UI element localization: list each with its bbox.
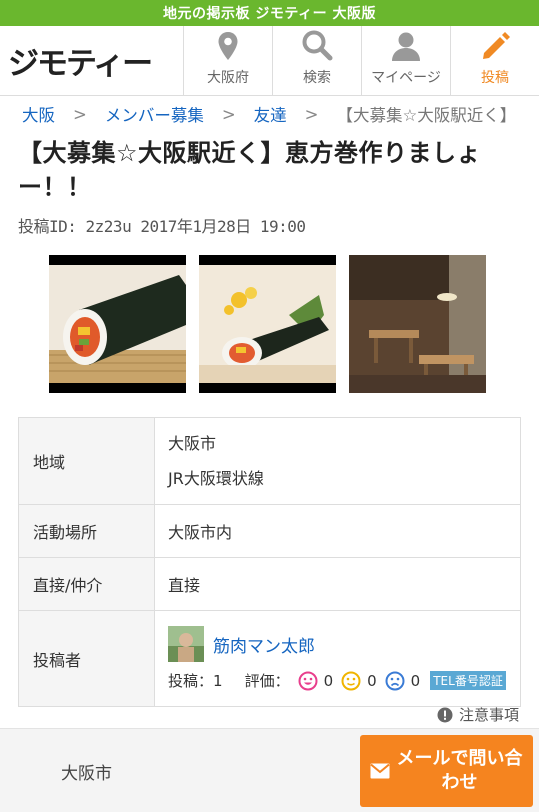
tel-verified-badge: TEL番号認証 (430, 671, 506, 690)
notice-label: 注意事項 (458, 706, 519, 724)
nav-search[interactable]: 検索 (272, 26, 361, 95)
breadcrumb-member-recruit[interactable]: メンバー募集 (105, 102, 204, 126)
photo-thumbnail-3[interactable] (349, 255, 486, 393)
location-pin-icon (218, 32, 238, 60)
rating-normal-count: 0 (367, 671, 377, 690)
area-city: 大阪市 (168, 434, 217, 453)
exclamation-circle-icon (437, 707, 453, 722)
breadcrumb-separator: > (221, 104, 236, 124)
poster-stats: 投稿： 1 評価： 0 0 0 TEL番号認証 (168, 670, 520, 691)
breadcrumb-friends[interactable]: 友達 (254, 102, 287, 126)
direct-label: 直接/仲介 (18, 557, 155, 611)
photo-thumbnail-1[interactable] (49, 255, 186, 393)
poster-name-link[interactable]: 筋肉マン太郎 (213, 632, 315, 657)
details-row-area: 地域 大阪市 JR大阪環状線 (18, 417, 521, 505)
poster-label: 投稿者 (18, 610, 155, 707)
place-label: 活動場所 (18, 504, 155, 558)
envelope-icon (370, 763, 390, 779)
search-icon (302, 30, 333, 61)
breadcrumb-current: 【大募集☆大阪駅近く】 (336, 106, 517, 125)
mail-inquiry-button[interactable]: メールで問い合わせ (360, 735, 533, 807)
breadcrumb-separator: > (73, 104, 87, 124)
post-meta: 投稿ID: 2z23u 2017年1月28日 19:00 (18, 217, 306, 236)
posts-count: 1 (213, 671, 223, 690)
direct-value: 直接 (154, 557, 521, 611)
details-row-poster: 投稿者 筋肉マン太郎 投稿： 1 評価： 0 0 0 TEL番号認証 (18, 610, 521, 707)
ehomaki-with-flowers-photo (199, 255, 336, 393)
photo-thumbnail-2[interactable] (199, 255, 336, 393)
rating-bad-count: 0 (410, 671, 421, 690)
notice-link[interactable]: 注意事項 (437, 704, 519, 725)
footer-area: 大阪市 (61, 764, 112, 784)
nav-search-label: 検索 (303, 70, 331, 86)
poster-value: 筋肉マン太郎 投稿： 1 評価： 0 0 0 TEL番号認証 (154, 610, 521, 707)
area-value: 大阪市 JR大阪環状線 (154, 417, 521, 505)
site-banner: 地元の掲示板 ジモティー 大阪版 (0, 0, 539, 26)
normal-face-icon (341, 671, 361, 690)
mail-button-label: メールで問い合わせ (396, 748, 523, 793)
place-value: 大阪市内 (154, 504, 521, 558)
cafe-interior-photo (349, 255, 486, 393)
site-banner-text: 地元の掲示板 ジモティー 大阪版 (163, 6, 376, 22)
details-row-direct: 直接/仲介 直接 (18, 557, 521, 611)
nav-area-label: 大阪府 (207, 70, 249, 86)
avatar[interactable] (168, 626, 204, 662)
details-table: 地域 大阪市 JR大阪環状線 活動場所 大阪市内 直接/仲介 直接 投稿者 筋肉… (18, 417, 521, 707)
nav-mypage[interactable]: マイページ (361, 26, 450, 95)
photo-gallery (0, 237, 539, 393)
header: ジモティー 大阪府 検索 マイページ 投稿 (0, 26, 539, 96)
logo-text: ジモティー (8, 46, 153, 82)
nav-post[interactable]: 投稿 (450, 26, 539, 95)
rating-label: 評価： (244, 672, 290, 690)
breadcrumb: 大阪 > メンバー募集 > 友達 > 【大募集☆大阪駅近く】 (0, 96, 539, 132)
posts-label: 投稿： (168, 672, 214, 690)
page-title: 【大募集☆大阪駅近く】恵方巻作りましょー！！ (18, 139, 482, 201)
breadcrumb-osaka[interactable]: 大阪 (22, 102, 55, 126)
ehomaki-sushi-roll-photo (49, 255, 186, 393)
bad-face-icon (385, 671, 405, 690)
nav-post-label: 投稿 (481, 70, 509, 86)
area-train-line: JR大阪環状線 (168, 469, 264, 488)
nav-area-osaka[interactable]: 大阪府 (183, 26, 272, 95)
pencil-icon (483, 32, 510, 59)
footer-bar: 大阪市 メールで問い合わせ (0, 728, 539, 812)
breadcrumb-separator: > (304, 104, 319, 124)
poster-info: 筋肉マン太郎 (168, 626, 520, 662)
area-label: 地域 (18, 417, 155, 505)
user-icon (392, 32, 420, 61)
nav-mypage-label: マイページ (371, 70, 441, 86)
jmty-logo[interactable]: ジモティー (0, 26, 183, 95)
rating-good-count: 0 (323, 671, 334, 690)
good-face-icon (298, 671, 318, 690)
details-row-place: 活動場所 大阪市内 (18, 504, 521, 558)
